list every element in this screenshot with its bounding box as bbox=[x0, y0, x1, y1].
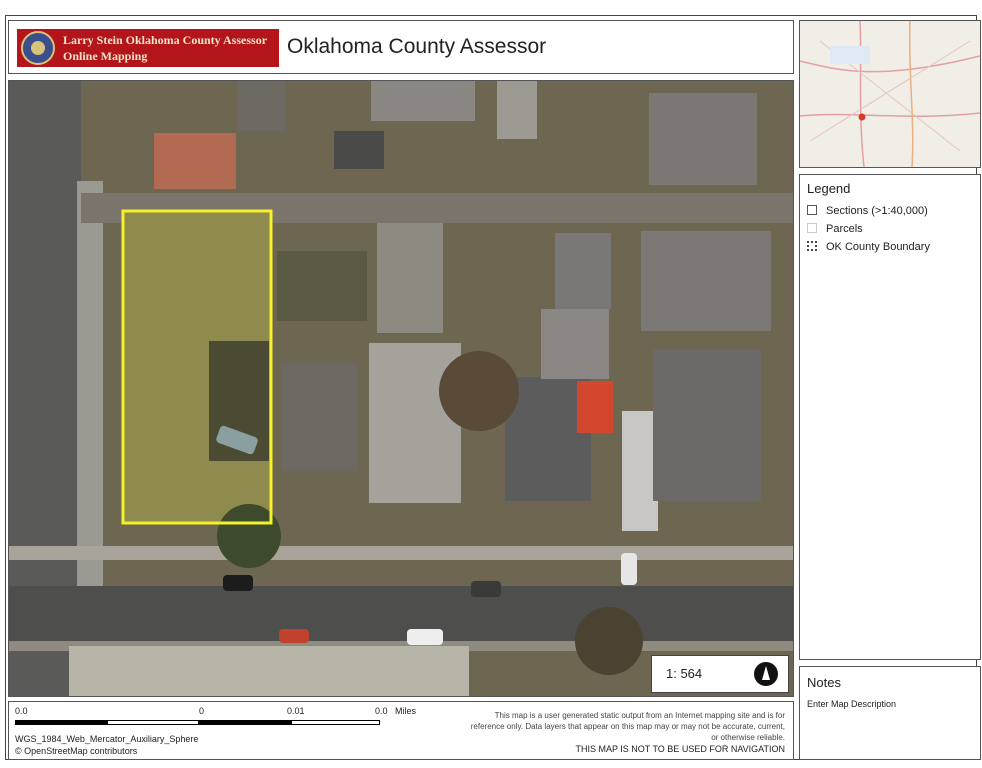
square-outline-icon bbox=[807, 205, 817, 215]
logo-line-2: Online Mapping bbox=[63, 49, 148, 63]
legend-title: Legend bbox=[807, 181, 851, 196]
legend-item-label: Sections (>1:40,000) bbox=[826, 205, 928, 217]
square-faint-icon bbox=[807, 223, 817, 233]
assessor-logo: Larry Stein Oklahoma County Assessor Onl… bbox=[17, 29, 279, 67]
legend-item-county-boundary: OK County Boundary bbox=[807, 241, 930, 253]
scale-tick-label: 0.0 bbox=[375, 706, 388, 716]
legend-item-label: OK County Boundary bbox=[826, 241, 930, 253]
scale-tick-label: 0.0 bbox=[15, 706, 28, 716]
aerial-map[interactable]: 1: 564 bbox=[8, 80, 794, 697]
overview-map[interactable] bbox=[799, 20, 981, 168]
north-arrow-icon bbox=[754, 662, 778, 686]
notes-title: Notes bbox=[807, 675, 841, 690]
navigation-warning: THIS MAP IS NOT TO BE USED FOR NAVIGATIO… bbox=[575, 744, 785, 754]
scale-indicator: 1: 564 bbox=[651, 655, 789, 693]
square-dotted-icon bbox=[807, 241, 817, 251]
notes-panel: Notes Enter Map Description bbox=[799, 666, 981, 760]
disclaimer-text: This map is a user generated static outp… bbox=[470, 711, 785, 742]
scale-units: Miles bbox=[395, 706, 417, 716]
page-title: Oklahoma County Assessor bbox=[287, 35, 547, 58]
overview-map-graphic bbox=[800, 21, 980, 167]
scale-tick-label: 0.01 bbox=[287, 706, 305, 716]
legend-item-sections: Sections (>1:40,000) bbox=[807, 205, 928, 217]
scale-tick-label: 0 bbox=[199, 706, 205, 716]
attribution-label: © OpenStreetMap contributors bbox=[15, 746, 138, 756]
aerial-imagery bbox=[9, 81, 793, 696]
scale-bar bbox=[15, 720, 380, 725]
scale-ratio: 1: 564 bbox=[666, 666, 703, 681]
legend-item-parcels: Parcels bbox=[807, 223, 863, 235]
legend-item-label: Parcels bbox=[826, 223, 863, 235]
county-seal-icon bbox=[21, 31, 55, 65]
footer-panel: 0.0 0 0.01 0.0 Miles WGS_1984_Web_Mercat… bbox=[8, 701, 794, 760]
legend-panel: Legend Sections (>1:40,000) Parcels OK C… bbox=[799, 174, 981, 660]
location-marker bbox=[858, 113, 866, 121]
logo-line-1: Larry Stein Oklahoma County Assessor bbox=[63, 33, 268, 47]
notes-description: Enter Map Description bbox=[807, 699, 897, 709]
header-panel: Larry Stein Oklahoma County Assessor Onl… bbox=[8, 20, 794, 74]
projection-label: WGS_1984_Web_Mercator_Auxiliary_Sphere bbox=[15, 734, 199, 744]
